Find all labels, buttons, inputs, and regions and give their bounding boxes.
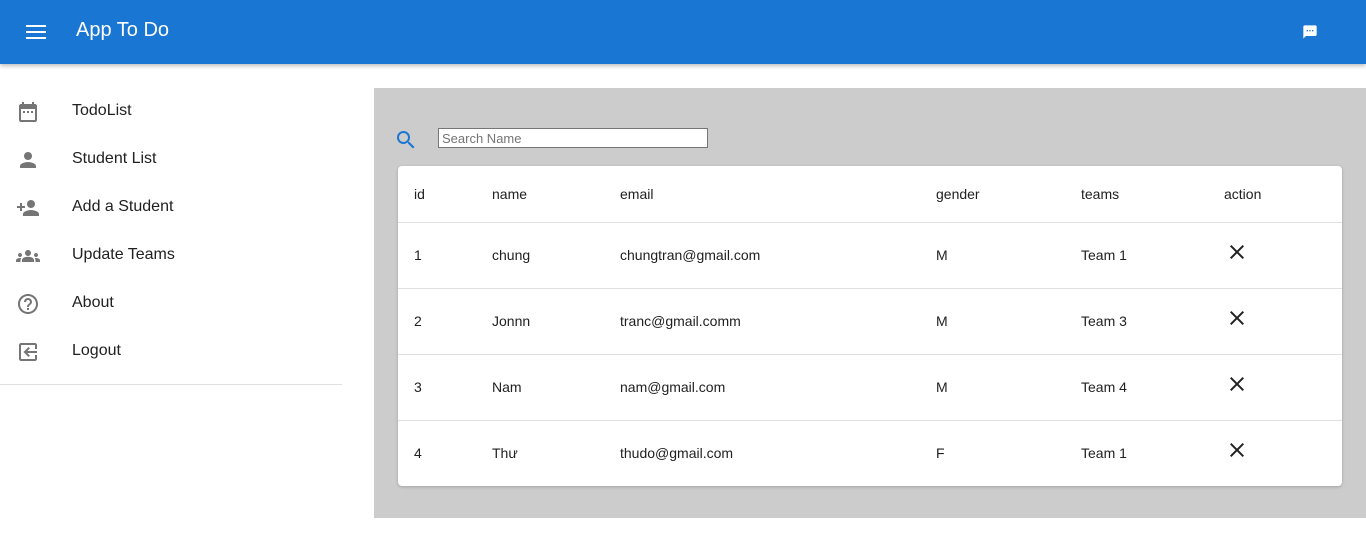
cell-teams: Team 3: [1081, 288, 1224, 355]
sidebar-item-label: Update Teams: [72, 246, 175, 263]
menu-icon[interactable]: [20, 20, 52, 44]
delete-icon[interactable]: [1225, 306, 1249, 330]
cell-teams: Team 1: [1081, 222, 1224, 289]
sidebar-item-about[interactable]: About: [0, 280, 342, 328]
person-icon: [16, 148, 40, 172]
column-header-id: id: [398, 166, 492, 223]
cell-gender: F: [936, 445, 945, 462]
cell-id: 3: [398, 354, 492, 421]
column-header-name: name: [492, 166, 620, 223]
chat-icon[interactable]: [1296, 20, 1324, 44]
column-header-email: email: [620, 166, 936, 223]
sidebar-item-label: Student List: [72, 150, 157, 167]
cell-action: [1224, 288, 1342, 355]
cell-name: chung: [492, 222, 620, 289]
table-header-row: id name email gender teams action: [398, 166, 1342, 223]
cell-id: 1: [398, 222, 492, 289]
cell-gender: M: [936, 222, 1081, 289]
cell-action: [1224, 222, 1342, 289]
delete-icon[interactable]: [1225, 372, 1249, 396]
students-table: id name email gender teams action 1 chun…: [398, 166, 1342, 486]
column-header-teams: teams: [1081, 166, 1224, 223]
cell-email: thudo@gmail.com: [620, 445, 734, 462]
logout-icon: [16, 340, 40, 364]
app-bar: App To Do: [0, 0, 1366, 64]
cell-email: chungtran@gmail.com: [620, 222, 936, 289]
cell-email: nam@gmail.com: [620, 354, 936, 421]
table-row: 4 Thư thudo@gmail.com F Team 1: [398, 420, 1342, 486]
sidebar-item-label: Add a Student: [72, 198, 174, 215]
sidebar-item-label: TodoList: [72, 102, 132, 119]
sidebar-item-student-list[interactable]: Student List: [0, 136, 342, 184]
cell-gender: M: [936, 354, 1081, 421]
help-icon: [16, 292, 40, 316]
sidebar-divider: [0, 384, 342, 385]
cell-action: [1224, 420, 1342, 486]
main-content: id name email gender teams action 1 chun…: [374, 88, 1366, 518]
cell-name: Thư: [492, 445, 518, 462]
sidebar-item-add-student[interactable]: Add a Student: [0, 184, 342, 232]
calendar-icon: [16, 100, 40, 124]
app-title: App To Do: [76, 19, 170, 41]
delete-icon[interactable]: [1225, 438, 1249, 462]
sidebar-item-update-teams[interactable]: Update Teams: [0, 232, 342, 280]
cell-teams: Team 1: [1081, 445, 1127, 462]
sidebar-item-label: Logout: [72, 342, 121, 359]
cell-action: [1224, 354, 1342, 421]
table-row: 2 Jonnn tranc@gmail.comm M Team 3: [398, 288, 1342, 355]
sidebar-item-todolist[interactable]: TodoList: [0, 88, 342, 136]
cell-id: 2: [398, 288, 492, 355]
cell-gender: M: [936, 288, 1081, 355]
group-icon: [15, 244, 40, 268]
sidebar-item-logout[interactable]: Logout: [0, 328, 342, 376]
table-row: 3 Nam nam@gmail.com M Team 4: [398, 354, 1342, 421]
search-input[interactable]: [438, 128, 708, 148]
sidebar: TodoList Student List Add a Student Upda…: [0, 64, 342, 535]
cell-id: 4: [414, 445, 422, 462]
person-add-icon: [16, 196, 40, 220]
column-header-gender: gender: [936, 166, 1081, 223]
delete-icon[interactable]: [1225, 240, 1249, 264]
cell-name: Nam: [492, 354, 620, 421]
search-icon[interactable]: [394, 128, 418, 152]
cell-email: tranc@gmail.comm: [620, 288, 936, 355]
cell-teams: Team 4: [1081, 354, 1224, 421]
column-header-action: action: [1224, 166, 1342, 223]
table-row: 1 chung chungtran@gmail.com M Team 1: [398, 222, 1342, 289]
cell-name: Jonnn: [492, 288, 620, 355]
sidebar-item-label: About: [72, 294, 114, 311]
